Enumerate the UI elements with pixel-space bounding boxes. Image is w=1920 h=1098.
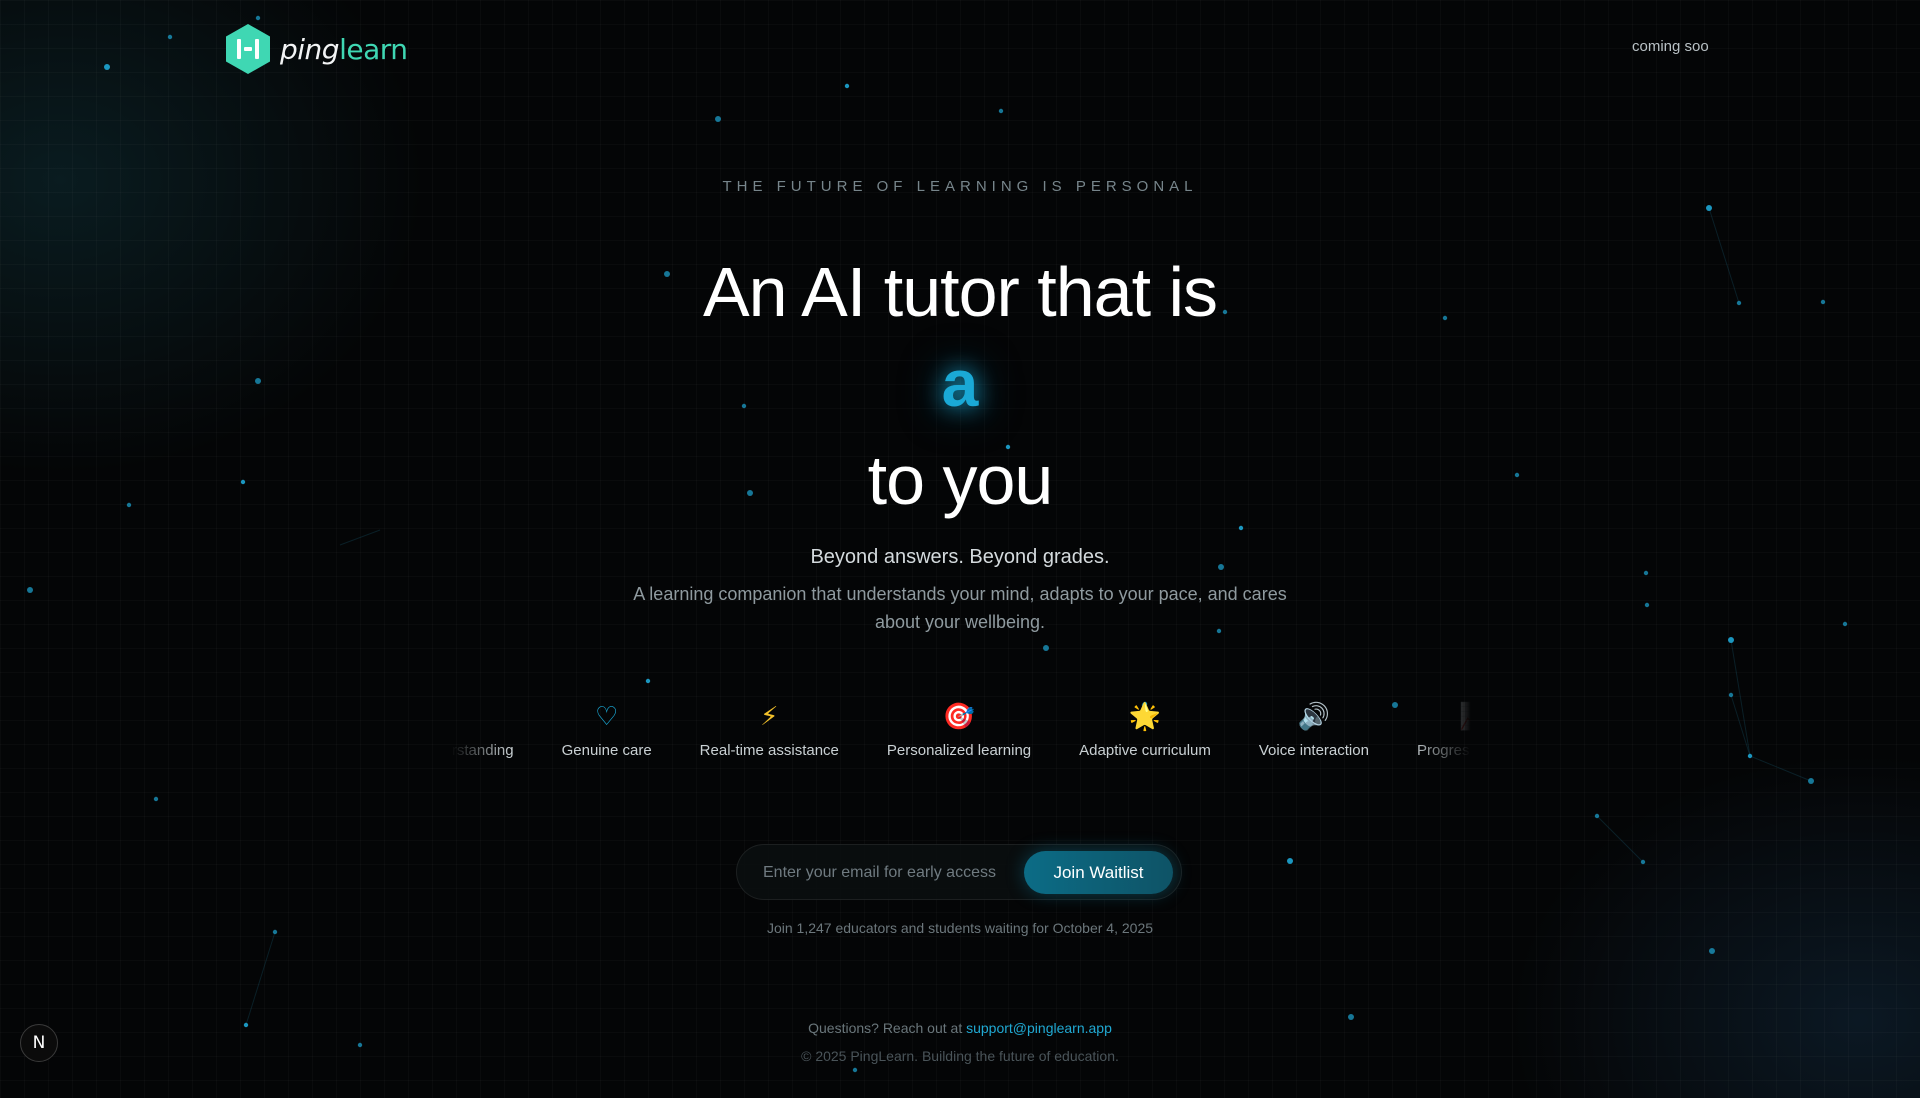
star-dot bbox=[167, 34, 173, 40]
landing-page: pinglearn coming soo THE FUTURE OF LEARN… bbox=[0, 0, 1920, 1098]
feature-label: Real-time assistance bbox=[699, 742, 839, 759]
contact-line: Questions? Reach out at support@pinglear… bbox=[0, 1020, 1920, 1036]
feature-label: Genuine care bbox=[561, 742, 652, 759]
feature-label: Personalized learning bbox=[886, 742, 1032, 759]
star-dot bbox=[645, 678, 651, 684]
feature-label: Adaptive curriculum bbox=[1079, 742, 1211, 759]
logo-hexagon-icon bbox=[226, 24, 270, 74]
star-icon: 🌟 bbox=[1128, 701, 1162, 731]
star-dot bbox=[998, 108, 1004, 114]
logo[interactable]: pinglearn bbox=[224, 20, 416, 78]
headline-top: An AI tutor that is bbox=[702, 253, 1218, 331]
eyebrow-text: THE FUTURE OF LEARNING IS PERSONAL bbox=[722, 178, 1198, 195]
star-dot bbox=[715, 116, 721, 122]
star-dot bbox=[357, 1042, 363, 1048]
logo-text: pinglearn bbox=[280, 33, 408, 66]
star-dot bbox=[1842, 621, 1848, 627]
contact-prefix: Questions? Reach out at bbox=[808, 1020, 963, 1036]
star-dot bbox=[852, 1067, 858, 1073]
feature-item: ♡ Genuine care bbox=[562, 700, 652, 759]
feature-item: ⚡ Real-time assistance bbox=[700, 700, 839, 759]
waitlist-note: Join 1,247 educators and students waitin… bbox=[766, 920, 1154, 936]
lightning-icon: ⚡ bbox=[760, 701, 779, 731]
feature-item: 📈 Progress tracking bbox=[1417, 700, 1471, 759]
star-dot bbox=[1287, 858, 1293, 864]
heart-icon: ♡ bbox=[594, 701, 619, 731]
feature-label: Voice interaction bbox=[1258, 742, 1369, 759]
feature-item: ◉Intimate understanding bbox=[451, 700, 514, 759]
rotating-word: a bbox=[941, 346, 979, 420]
star-dot bbox=[104, 64, 110, 70]
feature-item: 🎯 Personalized learning bbox=[887, 700, 1031, 759]
feature-label: Progress tracking bbox=[1416, 742, 1471, 759]
waitlist-form: Join Waitlist bbox=[736, 844, 1182, 901]
star-dot bbox=[1709, 948, 1715, 954]
constellation-line bbox=[1596, 815, 1644, 863]
logo-text-ping: ping bbox=[280, 32, 340, 66]
constellation-line bbox=[245, 931, 276, 1026]
star-dot bbox=[1043, 645, 1049, 651]
bullseye-icon: 🎯 bbox=[942, 701, 976, 731]
support-email-link[interactable]: support@pinglearn.app bbox=[966, 1020, 1112, 1036]
constellation-line bbox=[1730, 694, 1751, 757]
headline-bottom: to you bbox=[867, 441, 1054, 519]
constellation-line bbox=[1730, 639, 1751, 757]
features-marquee: ◉Intimate understanding ♡ Genuine care ⚡ Rea… bbox=[451, 700, 1471, 770]
next-dev-badge[interactable]: N bbox=[20, 1024, 58, 1062]
progress-icon: 📈 bbox=[1459, 700, 1471, 732]
feature-item: 🌟 Adaptive curriculum bbox=[1079, 700, 1211, 759]
speaker-icon: 🔊 bbox=[1297, 701, 1331, 731]
constellation-line bbox=[1749, 755, 1812, 782]
logo-text-learn: learn bbox=[339, 32, 408, 66]
feature-label: Intimate understanding bbox=[451, 742, 514, 759]
coming-soon-label: coming soo bbox=[1632, 38, 1709, 55]
star-dot bbox=[1238, 525, 1244, 531]
star-dot bbox=[27, 587, 33, 593]
constellation-line bbox=[339, 529, 381, 546]
email-input[interactable] bbox=[761, 845, 1005, 901]
feature-item: 🔊 Voice interaction bbox=[1259, 700, 1369, 759]
join-waitlist-button[interactable]: Join Waitlist bbox=[1024, 851, 1173, 894]
star-dot bbox=[1644, 602, 1650, 608]
star-dot bbox=[844, 83, 850, 89]
star-dot bbox=[1643, 570, 1649, 576]
features-track: ◉Intimate understanding ♡ Genuine care ⚡ Rea… bbox=[451, 700, 1471, 759]
star-dot bbox=[153, 796, 159, 802]
copyright: © 2025 PingLearn. Building the future of… bbox=[801, 1048, 1119, 1064]
tagline: Beyond answers. Beyond grades. bbox=[810, 546, 1110, 568]
description: A learning companion that understands yo… bbox=[633, 584, 1287, 632]
